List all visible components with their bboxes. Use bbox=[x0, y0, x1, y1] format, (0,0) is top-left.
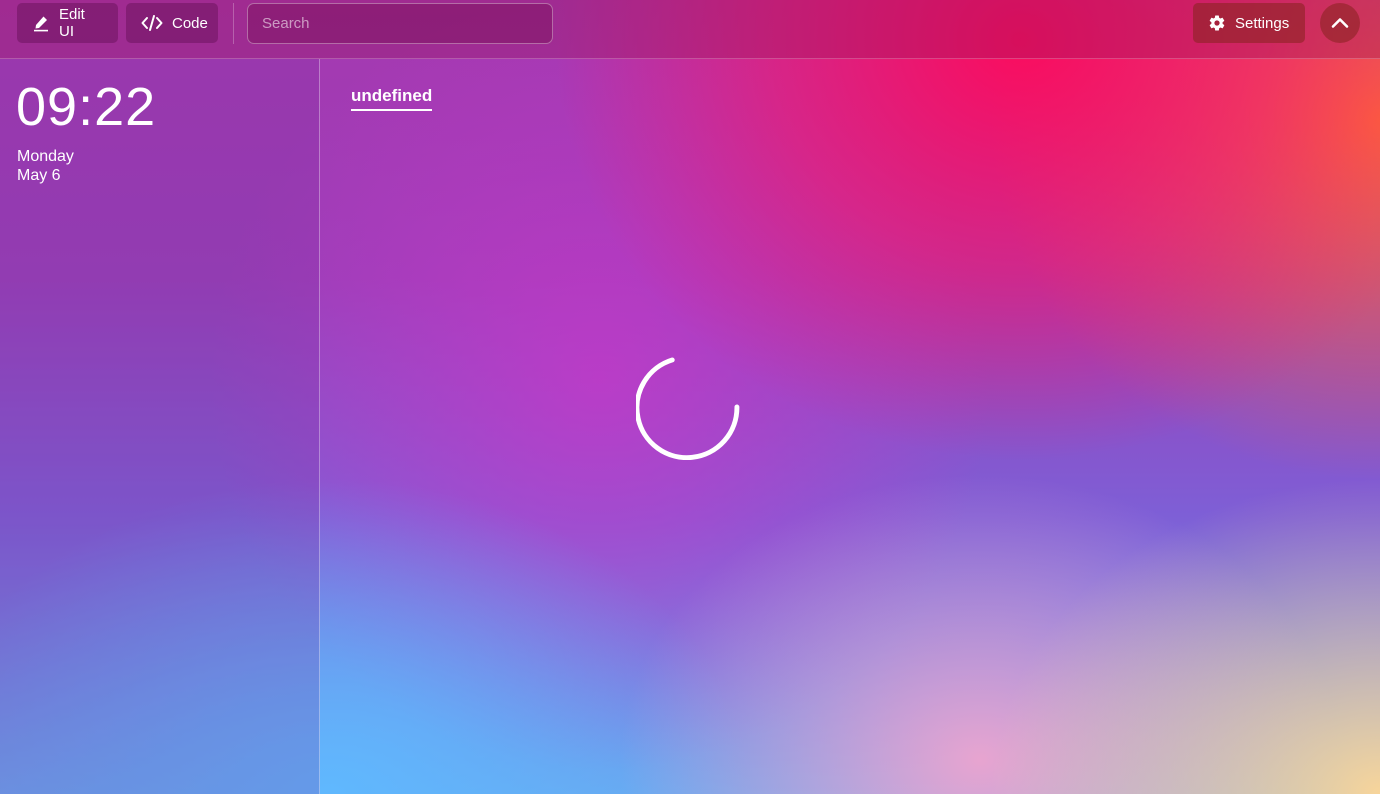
chevron-up-icon bbox=[1330, 13, 1350, 33]
code-button[interactable]: Code bbox=[126, 3, 218, 43]
loading-spinner bbox=[634, 354, 742, 461]
gear-icon bbox=[1208, 14, 1226, 32]
clock-date: May 6 bbox=[17, 167, 61, 184]
tab-undefined[interactable]: undefined bbox=[351, 86, 433, 111]
settings-button[interactable]: Settings bbox=[1193, 3, 1305, 43]
clock-day: Monday bbox=[17, 148, 74, 165]
collapse-button[interactable] bbox=[1320, 3, 1360, 43]
code-icon bbox=[141, 14, 163, 32]
main-content: undefined bbox=[321, 59, 1380, 794]
code-label: Code bbox=[172, 14, 208, 32]
settings-label: Settings bbox=[1235, 14, 1290, 32]
toolbar-divider bbox=[233, 3, 234, 44]
search-input[interactable] bbox=[247, 3, 553, 44]
app-window: Edit UI Code Settings bbox=[0, 0, 1380, 794]
sidebar: 09:22 Monday May 6 bbox=[0, 59, 320, 794]
edit-ui-button[interactable]: Edit UI bbox=[17, 3, 118, 43]
spinner-icon bbox=[634, 354, 742, 465]
clock-time: 09:22 bbox=[16, 77, 157, 137]
pencil-icon bbox=[32, 14, 50, 32]
edit-ui-label: Edit UI bbox=[59, 6, 85, 40]
top-toolbar: Edit UI Code Settings bbox=[0, 0, 1380, 59]
